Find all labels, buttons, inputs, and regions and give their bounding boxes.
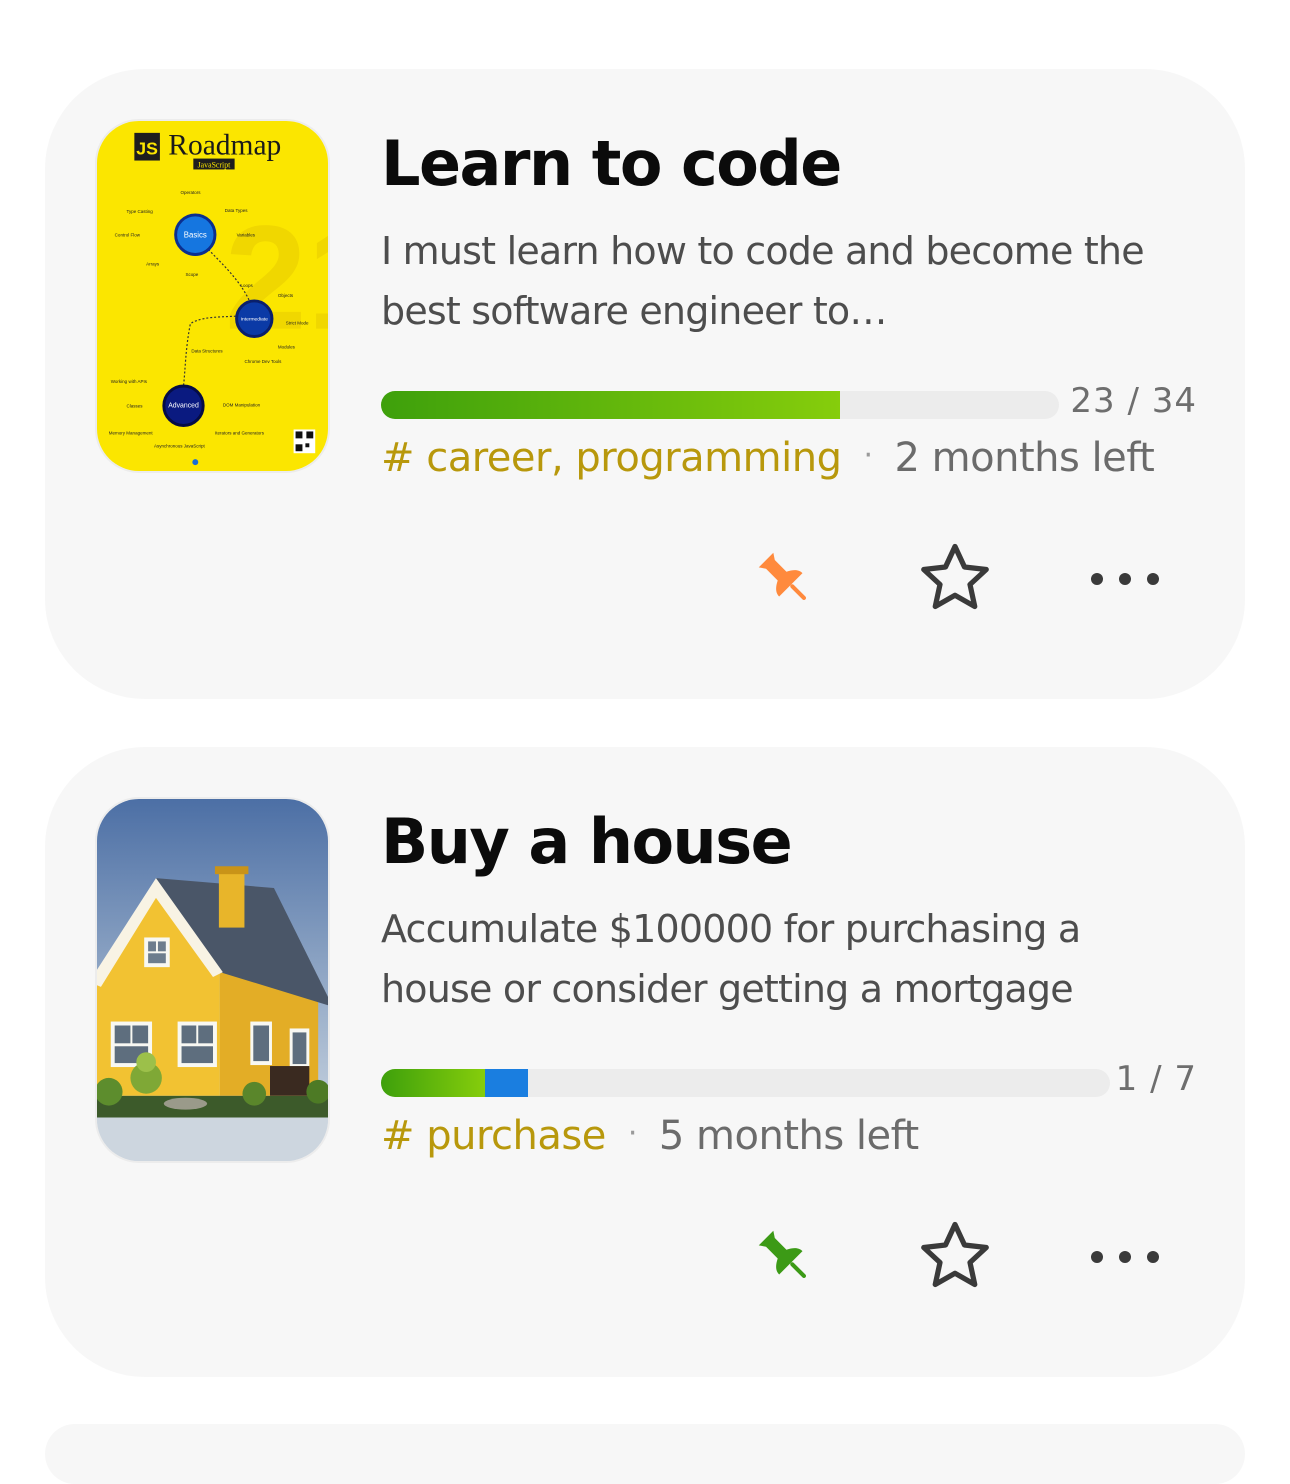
favorite-button[interactable]: [915, 539, 995, 619]
favorite-button[interactable]: [915, 1217, 995, 1297]
star-icon: [921, 1221, 989, 1288]
svg-text:Iterators and Generators: Iterators and Generators: [215, 430, 265, 435]
progress-track: [381, 1069, 1110, 1097]
svg-text:Data Types: Data Types: [225, 208, 248, 213]
svg-text:Variables: Variables: [237, 233, 256, 238]
progress-fill: [381, 391, 840, 419]
goal-tags[interactable]: # career, programming: [381, 435, 842, 481]
goal-thumbnail: 21 JS Roadmap JavaScript Basics Intermed…: [95, 119, 330, 473]
progress-track: [381, 391, 1059, 419]
house-photo-image: [97, 799, 328, 1161]
goal-description: Accumulate $100000 for purchasing a hous…: [381, 907, 1081, 1011]
svg-text:Loops: Loops: [241, 283, 254, 288]
goal-thumbnail: [95, 797, 330, 1163]
goal-title[interactable]: Learn to code: [381, 127, 842, 200]
goal-deadline: 2 months left: [894, 435, 1155, 481]
progress-fill: [381, 1069, 485, 1097]
svg-text:Basics: Basics: [184, 231, 207, 240]
goal-meta: # purchase · 5 months left: [381, 1113, 919, 1159]
svg-text:Data Structures: Data Structures: [191, 348, 223, 353]
goal-tags[interactable]: # purchase: [381, 1113, 606, 1159]
goal-meta: # career, programming · 2 months left: [381, 435, 1155, 481]
progress-count: 23 / 34: [1070, 381, 1197, 421]
svg-text:DOM Manipulation: DOM Manipulation: [223, 403, 261, 408]
goal-deadline: 5 months left: [658, 1113, 919, 1159]
pin-button[interactable]: [745, 1217, 825, 1297]
svg-text:Advanced: Advanced: [168, 403, 199, 410]
pin-icon: [758, 552, 807, 601]
svg-text:Objects: Objects: [278, 293, 294, 298]
goal-card[interactable]: 21 JS Roadmap JavaScript Basics Intermed…: [45, 69, 1245, 699]
svg-text:Chrome Dev Tools: Chrome Dev Tools: [244, 359, 282, 364]
svg-text:Strict Mode: Strict Mode: [286, 321, 309, 326]
more-icon: [1091, 1251, 1159, 1263]
svg-text:Modules: Modules: [278, 344, 296, 349]
svg-text:Intermediate: Intermediate: [241, 317, 268, 323]
progress-fill-secondary: [485, 1069, 528, 1097]
svg-text:Classes: Classes: [126, 404, 143, 409]
goal-progress: 23 / 34: [381, 381, 1197, 431]
goal-card-partial[interactable]: [45, 1424, 1245, 1484]
more-button[interactable]: [1085, 539, 1165, 619]
pin-button[interactable]: [745, 539, 825, 619]
roadmap-subheading: JavaScript: [198, 160, 232, 169]
svg-text:Working with APIs: Working with APIs: [111, 379, 148, 384]
svg-text:Memory Management: Memory Management: [109, 430, 154, 435]
svg-text:Type Casting: Type Casting: [126, 209, 153, 214]
goal-title[interactable]: Buy a house: [381, 805, 793, 878]
more-icon: [1091, 573, 1159, 585]
roadmap-poster-image: 21 JS Roadmap JavaScript Basics Intermed…: [97, 121, 328, 471]
roadmap-heading: Roadmap: [168, 130, 281, 162]
roadmap-badge: JS: [136, 139, 158, 159]
svg-text:Arrays: Arrays: [146, 261, 160, 266]
meta-separator: ·: [627, 1116, 638, 1151]
star-icon: [921, 543, 989, 610]
svg-text:Control Flow: Control Flow: [115, 233, 141, 238]
goal-card[interactable]: Buy a house Accumulate $100000 for purch…: [45, 747, 1245, 1377]
goal-description: I must learn how to code and become the …: [381, 229, 1145, 333]
svg-text:Operators: Operators: [181, 190, 202, 195]
progress-count: 1 / 7: [1115, 1059, 1197, 1099]
svg-text:21: 21: [225, 195, 328, 360]
goal-progress: 1 / 7: [381, 1059, 1197, 1109]
more-button[interactable]: [1085, 1217, 1165, 1297]
svg-text:Asynchronous JavaScript: Asynchronous JavaScript: [154, 443, 206, 448]
svg-text:Scope: Scope: [185, 272, 198, 277]
meta-separator: ·: [863, 438, 873, 473]
pin-icon: [758, 1230, 807, 1279]
